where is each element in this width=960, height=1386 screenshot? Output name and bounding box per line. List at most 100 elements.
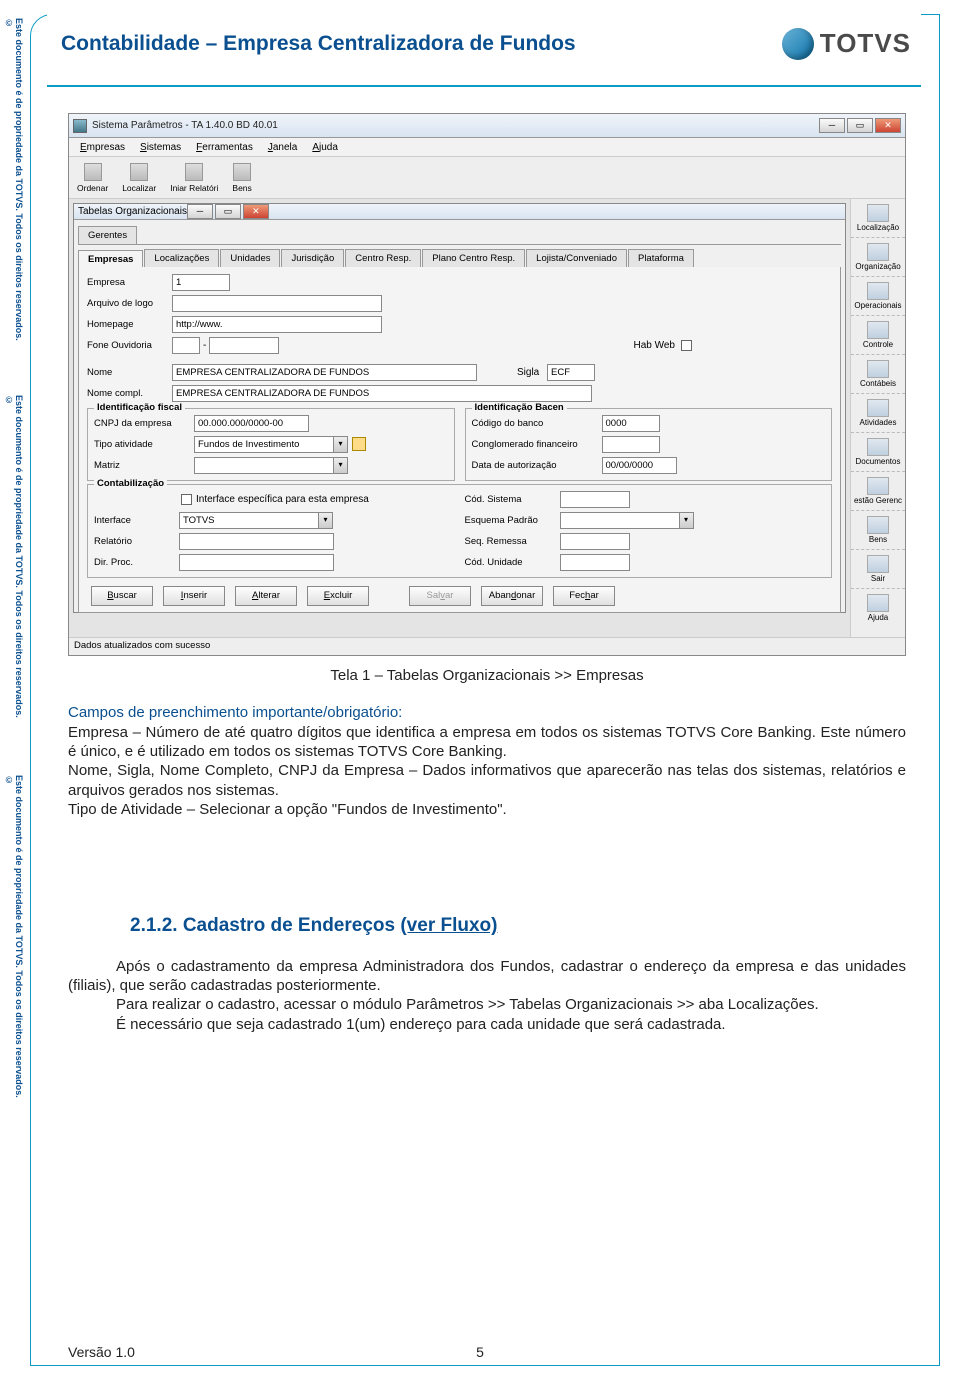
btn-fechar[interactable]: Fechar xyxy=(553,586,615,606)
heading-link[interactable]: (ver Fluxo) xyxy=(400,915,497,936)
input-codsis[interactable] xyxy=(560,491,630,508)
label-seq: Seq. Remessa xyxy=(465,536,560,547)
input-empresa[interactable]: 1 xyxy=(172,274,230,291)
input-homepage[interactable]: http://www. xyxy=(172,316,382,333)
btn-alterar[interactable]: Alterar xyxy=(235,586,297,606)
label-empresa: Empresa xyxy=(87,277,172,288)
fieldset-contab: Contabilização Interface específica para… xyxy=(87,484,832,578)
tab-unidades[interactable]: Unidades xyxy=(220,249,280,267)
button-row: Buscar Inserir Alterar Excluir Salvar Ab… xyxy=(87,586,832,606)
btn-buscar[interactable]: Buscar xyxy=(91,586,153,606)
rs-contabeis[interactable]: Contábeis xyxy=(851,357,905,394)
label-nomec: Nome compl. xyxy=(87,388,172,399)
select-esquema[interactable] xyxy=(560,512,680,529)
input-dataaut[interactable]: 00/00/0000 xyxy=(602,457,677,474)
rs-label: Documentos xyxy=(856,457,901,466)
input-fone-num[interactable] xyxy=(209,337,279,354)
input-cnpj[interactable]: 00.000.000/0000-00 xyxy=(194,415,309,432)
app-icon xyxy=(73,119,87,133)
tb-label: Iniar Relatóri xyxy=(170,183,218,193)
btn-excluir[interactable]: Excluir xyxy=(307,586,369,606)
tb-bens[interactable]: Bens xyxy=(232,163,251,193)
chevron-down-icon[interactable]: ▾ xyxy=(680,512,694,529)
close-button[interactable]: ✕ xyxy=(875,118,901,133)
maximize-button[interactable]: ▭ xyxy=(847,118,873,133)
menu-empresas[interactable]: Empresas xyxy=(74,140,131,155)
select-matriz[interactable] xyxy=(194,457,334,474)
tab-gerentes[interactable]: Gerentes xyxy=(78,226,137,244)
input-codun[interactable] xyxy=(560,554,630,571)
minimize-button[interactable]: ─ xyxy=(819,118,845,133)
btn-abandonar[interactable]: Abandonar xyxy=(481,586,543,606)
rs-label: estão Gerenc xyxy=(854,496,902,505)
rs-sair[interactable]: Sair xyxy=(851,552,905,589)
inner-minimize-button[interactable]: ─ xyxy=(187,204,213,219)
label-cnpj: CNPJ da empresa xyxy=(94,418,194,429)
input-nome[interactable]: EMPRESA CENTRALIZADORA DE FUNDOS xyxy=(172,364,477,381)
checkbox-habweb[interactable] xyxy=(681,340,692,351)
rs-documentos[interactable]: Documentos xyxy=(851,435,905,472)
docs-icon xyxy=(867,438,889,456)
brand-text: TOTVS xyxy=(820,28,911,59)
tab-centro-resp[interactable]: Centro Resp. xyxy=(345,249,421,267)
input-dir[interactable] xyxy=(179,554,334,571)
menu-sistemas[interactable]: Sistemas xyxy=(134,140,187,155)
tab-plano-centro[interactable]: Plano Centro Resp. xyxy=(422,249,525,267)
select-tipo[interactable]: Fundos de Investimento xyxy=(194,436,334,453)
input-fone-ddd[interactable] xyxy=(172,337,200,354)
tb-ordenar[interactable]: Ordenar xyxy=(77,163,108,193)
input-arquivo[interactable] xyxy=(172,295,382,312)
menu-janela[interactable]: Janela xyxy=(262,140,303,155)
label-codbanco: Código do banco xyxy=(472,418,602,429)
side-copyright-1: Este documento é de propriedade da TOTVS… xyxy=(8,18,24,353)
heading-number: 2.1.2. xyxy=(130,915,178,936)
assets-icon xyxy=(867,516,889,534)
input-nomec[interactable]: EMPRESA CENTRALIZADORA DE FUNDOS xyxy=(172,385,592,402)
label-dataaut: Data de autorização xyxy=(472,460,602,471)
rs-gestao[interactable]: estão Gerenc xyxy=(851,474,905,511)
tab-jurisdicao[interactable]: Jurisdição xyxy=(281,249,344,267)
rs-operacionais[interactable]: Operacionais xyxy=(851,279,905,316)
input-relatorio[interactable] xyxy=(179,533,334,550)
tab-empresas[interactable]: Empresas xyxy=(78,250,143,268)
chevron-down-icon[interactable]: ▾ xyxy=(334,457,348,474)
legend-contab: Contabilização xyxy=(94,478,167,489)
menu-ajuda[interactable]: Ajuda xyxy=(306,140,344,155)
label-codun: Cód. Unidade xyxy=(465,557,560,568)
activity-icon xyxy=(867,399,889,417)
tab-plataforma[interactable]: Plataforma xyxy=(628,249,694,267)
tab-localizacoes[interactable]: Localizações xyxy=(144,249,219,267)
chevron-down-icon[interactable]: ▾ xyxy=(334,436,348,453)
menu-bar: Empresas Sistemas Ferramentas Janela Aju… xyxy=(69,138,905,157)
rs-localizacao[interactable]: Localização xyxy=(851,201,905,238)
rs-ajuda[interactable]: Ajuda xyxy=(851,591,905,625)
inner-close-button[interactable]: ✕ xyxy=(243,204,269,219)
checkbox-interface[interactable] xyxy=(181,494,192,505)
sort-icon xyxy=(84,163,102,181)
rs-label: Bens xyxy=(869,535,887,544)
input-cong[interactable] xyxy=(602,436,660,453)
btn-inserir[interactable]: Inserir xyxy=(163,586,225,606)
rs-organizacao[interactable]: Organização xyxy=(851,240,905,277)
tb-localizar[interactable]: Localizar xyxy=(122,163,156,193)
rs-label: Operacionais xyxy=(854,301,901,310)
menu-ferramentas[interactable]: Ferramentas xyxy=(190,140,259,155)
input-seq[interactable] xyxy=(560,533,630,550)
input-codbanco[interactable]: 0000 xyxy=(602,415,660,432)
chevron-down-icon[interactable]: ▾ xyxy=(319,512,333,529)
tb-relatorio[interactable]: Iniar Relatóri xyxy=(170,163,218,193)
paragraph-block-1: Empresa – Número de até quatro dígitos q… xyxy=(68,723,906,819)
rs-controle[interactable]: Controle xyxy=(851,318,905,355)
inner-maximize-button[interactable]: ▭ xyxy=(215,204,241,219)
legend-bacen: Identificação Bacen xyxy=(472,402,567,413)
tab-lojista[interactable]: Lojista/Conveniado xyxy=(526,249,627,267)
label-matriz: Matriz xyxy=(94,460,194,471)
inner-window: Tabelas Organizacionais ─ ▭ ✕ Gerentes E… xyxy=(73,203,846,613)
input-sigla[interactable]: ECF xyxy=(547,364,595,381)
fieldset-bacen: Identificação Bacen Código do banco0000 … xyxy=(465,408,833,481)
outer-window-titlebar: Sistema Parâmetros - TA 1.40.0 BD 40.01 … xyxy=(69,114,905,138)
right-toolbar: Localização Organização Operacionais Con… xyxy=(850,199,905,655)
rs-atividades[interactable]: Atividades xyxy=(851,396,905,433)
select-interface[interactable]: TOTVS xyxy=(179,512,319,529)
rs-bens[interactable]: Bens xyxy=(851,513,905,550)
